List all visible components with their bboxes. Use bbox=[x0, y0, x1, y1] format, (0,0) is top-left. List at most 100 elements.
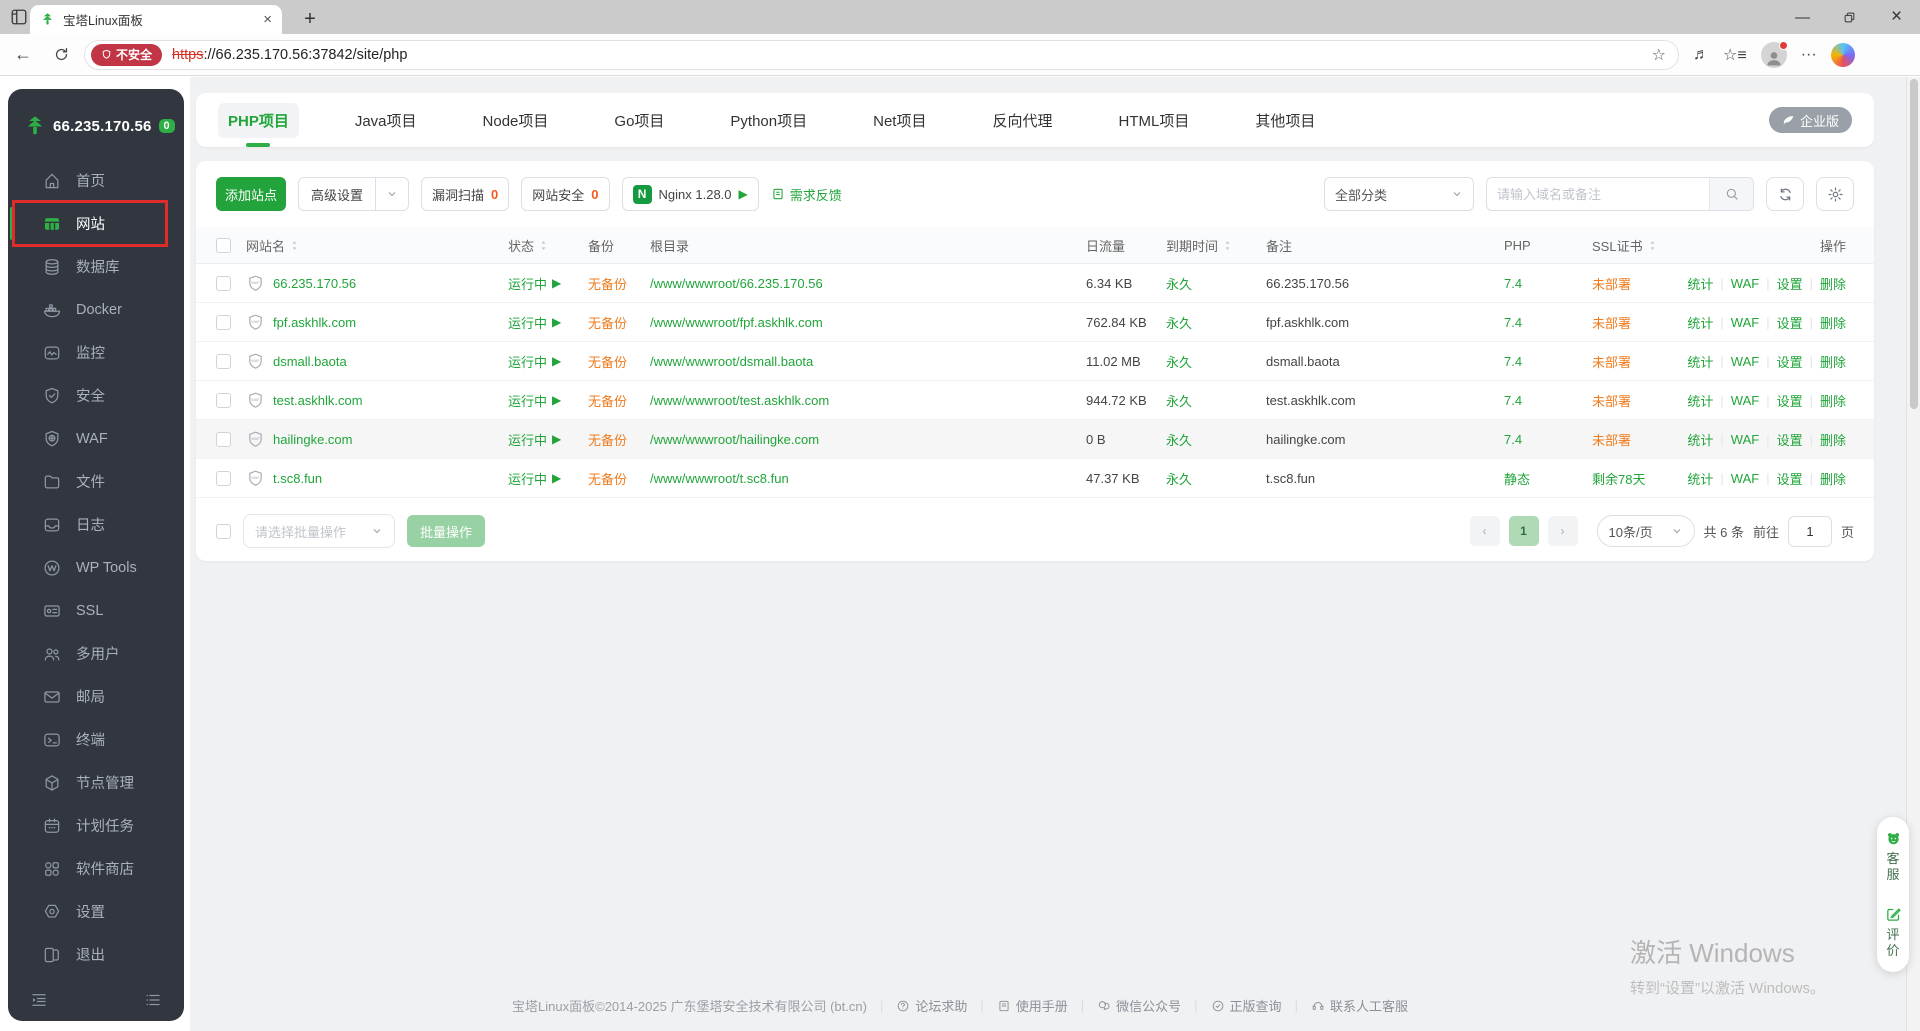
restore-button[interactable] bbox=[1826, 0, 1873, 34]
profile-avatar[interactable] bbox=[1760, 40, 1788, 68]
select-all-checkbox[interactable] bbox=[216, 237, 231, 253]
ssl-status[interactable]: 未部署 bbox=[1592, 430, 1687, 449]
backup-link[interactable]: 无备份 bbox=[588, 274, 650, 293]
root-path-link[interactable]: /www/wwwroot/t.sc8.fun bbox=[650, 471, 1086, 486]
col-header-ssl[interactable]: SSL证书 bbox=[1592, 236, 1820, 255]
tab-php[interactable]: PHP项目 bbox=[218, 102, 299, 138]
expire-value[interactable]: 永久 bbox=[1166, 391, 1266, 410]
select-all-checkbox[interactable] bbox=[216, 523, 231, 539]
status-play-icon[interactable]: ▶ bbox=[552, 471, 561, 485]
row-action-stats[interactable]: 统计 bbox=[1687, 430, 1713, 449]
feedback-link[interactable]: 需求反馈 bbox=[771, 185, 842, 204]
row-action-waf[interactable]: WAF bbox=[1731, 471, 1759, 486]
sidebar-item-docker[interactable]: Docker bbox=[8, 288, 184, 331]
note-value[interactable]: fpf.askhlk.com bbox=[1266, 315, 1504, 330]
sidebar-item-security[interactable]: 安全 bbox=[8, 374, 184, 417]
sidebar-collapse-icon[interactable] bbox=[30, 991, 48, 1009]
note-value[interactable]: 66.235.170.56 bbox=[1266, 276, 1504, 291]
status-play-icon[interactable]: ▶ bbox=[552, 276, 561, 290]
backup-link[interactable]: 无备份 bbox=[588, 352, 650, 371]
add-site-button[interactable]: 添加站点 bbox=[216, 177, 287, 211]
sidebar-menu-icon[interactable] bbox=[144, 991, 162, 1009]
security-badge[interactable]: 不安全 bbox=[91, 43, 163, 66]
row-action-stats[interactable]: 统计 bbox=[1687, 274, 1713, 293]
list-settings-button[interactable] bbox=[1816, 177, 1854, 211]
minimize-button[interactable]: — bbox=[1779, 0, 1826, 34]
scrollbar-thumb[interactable] bbox=[1910, 79, 1918, 409]
expire-value[interactable]: 永久 bbox=[1166, 469, 1266, 488]
site-name-link[interactable]: dsmall.baota bbox=[273, 354, 347, 369]
row-action-settings[interactable]: 设置 bbox=[1777, 430, 1803, 449]
advanced-settings-dropdown[interactable] bbox=[375, 177, 410, 211]
expire-value[interactable]: 永久 bbox=[1166, 430, 1266, 449]
row-action-settings[interactable]: 设置 bbox=[1777, 313, 1803, 332]
row-action-waf[interactable]: WAF bbox=[1731, 393, 1759, 408]
footer-link-manual[interactable]: 使用手册 bbox=[997, 996, 1068, 1015]
site-name-link[interactable]: fpf.askhlk.com bbox=[273, 315, 356, 330]
row-action-settings[interactable]: 设置 bbox=[1777, 352, 1803, 371]
root-path-link[interactable]: /www/wwwroot/66.235.170.56 bbox=[650, 276, 1086, 291]
col-header-status[interactable]: 状态 bbox=[508, 236, 588, 255]
row-action-waf[interactable]: WAF bbox=[1731, 315, 1759, 330]
row-action-waf[interactable]: WAF bbox=[1731, 432, 1759, 447]
col-header-site-name[interactable]: 网站名 bbox=[246, 236, 508, 255]
tab-actions-icon[interactable] bbox=[10, 8, 28, 26]
tab-html[interactable]: HTML项目 bbox=[1108, 103, 1199, 138]
row-action-delete[interactable]: 删除 bbox=[1820, 469, 1846, 488]
support-button[interactable]: 客服 bbox=[1885, 830, 1902, 884]
row-action-waf[interactable]: WAF bbox=[1731, 354, 1759, 369]
tab-net[interactable]: Net项目 bbox=[863, 103, 936, 138]
row-action-stats[interactable]: 统计 bbox=[1687, 391, 1713, 410]
row-checkbox[interactable] bbox=[216, 431, 231, 447]
browser-menu-icon[interactable]: ··· bbox=[1801, 46, 1817, 64]
page-size-select[interactable]: 10条/页 bbox=[1596, 515, 1695, 547]
nginx-button[interactable]: N Nginx 1.28.0 ▶ bbox=[621, 177, 759, 211]
row-action-stats[interactable]: 统计 bbox=[1687, 313, 1713, 332]
browser-tab[interactable]: 宝塔Linux面板 × bbox=[30, 5, 282, 34]
site-name-link[interactable]: 66.235.170.56 bbox=[273, 276, 356, 291]
php-version[interactable]: 7.4 bbox=[1504, 276, 1592, 291]
row-action-delete[interactable]: 删除 bbox=[1820, 391, 1846, 410]
site-name-link[interactable]: test.askhlk.com bbox=[273, 393, 363, 408]
site-name-link[interactable]: hailingke.com bbox=[273, 432, 353, 447]
note-value[interactable]: dsmall.baota bbox=[1266, 354, 1504, 369]
col-header-expire[interactable]: 到期时间 bbox=[1166, 236, 1266, 255]
root-path-link[interactable]: /www/wwwroot/dsmall.baota bbox=[650, 354, 1086, 369]
php-version[interactable]: 7.4 bbox=[1504, 393, 1592, 408]
root-path-link[interactable]: /www/wwwroot/hailingke.com bbox=[650, 432, 1086, 447]
goto-page-input[interactable] bbox=[1787, 515, 1832, 547]
expire-value[interactable]: 永久 bbox=[1166, 313, 1266, 332]
sidebar-item-site[interactable]: 网站 bbox=[8, 200, 184, 247]
status-play-icon[interactable]: ▶ bbox=[552, 354, 561, 368]
backup-link[interactable]: 无备份 bbox=[588, 391, 650, 410]
sidebar-item-node[interactable]: 节点管理 bbox=[8, 761, 184, 804]
row-action-settings[interactable]: 设置 bbox=[1777, 274, 1803, 293]
row-action-delete[interactable]: 删除 bbox=[1820, 274, 1846, 293]
note-value[interactable]: hailingke.com bbox=[1266, 432, 1504, 447]
vuln-scan-button[interactable]: 漏洞扫描 0 bbox=[421, 177, 510, 211]
status-play-icon[interactable]: ▶ bbox=[552, 315, 561, 329]
site-security-button[interactable]: 网站安全 0 bbox=[521, 177, 610, 211]
sidebar-item-waf[interactable]: WAF bbox=[8, 417, 184, 460]
sidebar-item-monitor[interactable]: 监控 bbox=[8, 331, 184, 374]
sidebar-item-logout[interactable]: 退出 bbox=[8, 933, 184, 976]
ssl-status[interactable]: 未部署 bbox=[1592, 274, 1687, 293]
ssl-status[interactable]: 未部署 bbox=[1592, 391, 1687, 410]
sidebar-item-ssl[interactable]: SSL bbox=[8, 589, 184, 632]
search-button[interactable] bbox=[1709, 178, 1753, 210]
row-action-waf[interactable]: WAF bbox=[1731, 276, 1759, 291]
tab-proxy[interactable]: 反向代理 bbox=[982, 103, 1062, 138]
tab-close-icon[interactable]: × bbox=[263, 12, 272, 27]
url-bar[interactable]: 不安全 https://66.235.170.56:37842/site/php… bbox=[84, 39, 1679, 70]
new-tab-button[interactable]: + bbox=[296, 5, 324, 33]
row-checkbox[interactable] bbox=[216, 353, 231, 369]
row-action-settings[interactable]: 设置 bbox=[1777, 391, 1803, 410]
advanced-settings-button[interactable]: 高级设置 bbox=[298, 177, 376, 211]
message-count-badge[interactable]: 0 bbox=[158, 119, 175, 133]
close-button[interactable]: × bbox=[1873, 0, 1920, 34]
tab-java[interactable]: Java项目 bbox=[345, 103, 427, 138]
tab-node[interactable]: Node项目 bbox=[473, 103, 559, 138]
row-checkbox[interactable] bbox=[216, 314, 231, 330]
copilot-icon[interactable] bbox=[1830, 42, 1855, 67]
backup-link[interactable]: 无备份 bbox=[588, 313, 650, 332]
